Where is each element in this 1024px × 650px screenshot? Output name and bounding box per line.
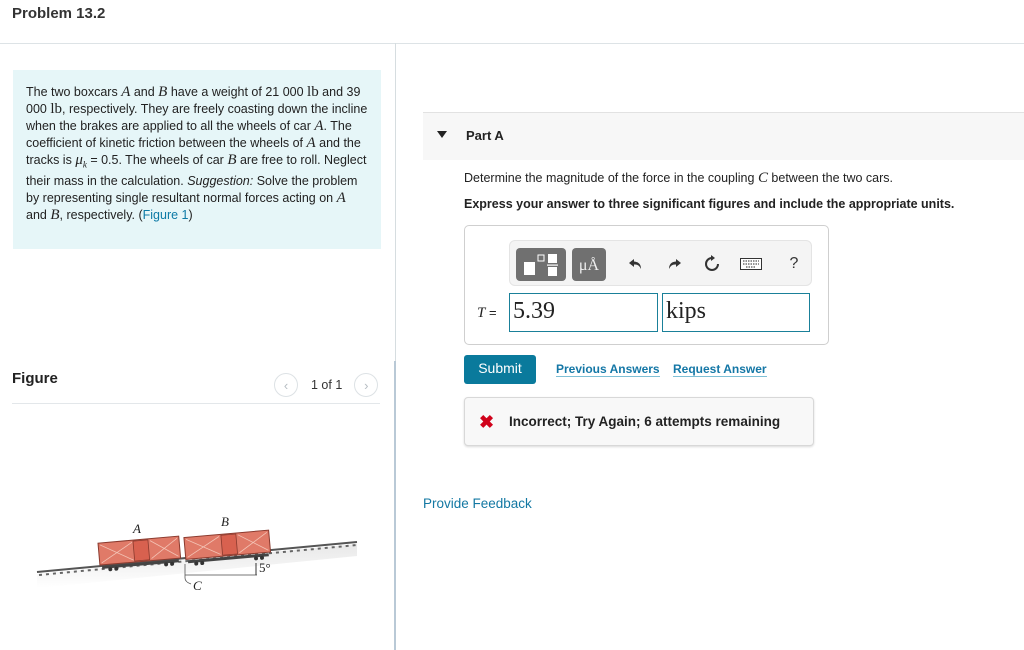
label-car-a: A: [132, 521, 141, 536]
problem-text-text: , respectively. (: [59, 207, 143, 222]
reset-icon: [705, 255, 719, 271]
templates-button[interactable]: [516, 248, 566, 281]
problem-text-math: A: [306, 134, 316, 151]
keyboard-icon: [740, 258, 762, 270]
question-text: Determine the magnitude of the force in …: [464, 170, 893, 187]
units-input[interactable]: kips: [662, 293, 810, 332]
part-a-header[interactable]: Part A: [423, 112, 1024, 160]
next-figure-button[interactable]: ›: [354, 373, 379, 397]
keyboard-button[interactable]: [738, 253, 764, 275]
problem-statement: The two boxcars A and B have a weight of…: [13, 70, 381, 249]
figure-count: 1 of 1: [311, 378, 343, 392]
undo-icon: [629, 259, 641, 269]
problem-text-text: and: [26, 207, 51, 222]
value-input[interactable]: 5.39: [509, 293, 658, 332]
math-toolbar: μÅ ?: [509, 240, 812, 286]
chevron-right-icon: ›: [364, 377, 369, 393]
previous-answers-link[interactable]: Previous Answers: [556, 362, 660, 377]
problem-text-em: Suggestion:: [187, 174, 254, 189]
problem-text-text: have a weight of 21 000: [167, 85, 308, 99]
problem-text-unit: lb: [307, 84, 319, 100]
question-text-start: Determine the magnitude of the force in …: [464, 171, 758, 185]
label-car-b: B: [221, 514, 229, 529]
boxcars-figure: A B C 5°: [36, 514, 358, 593]
problem-text-unit: lb: [50, 100, 63, 117]
figure-pager: ‹ 1 of 1 ›: [274, 373, 379, 397]
problem-text-math: B: [158, 84, 168, 100]
collapse-arrow-icon[interactable]: [437, 131, 447, 138]
undo-button[interactable]: [626, 253, 646, 275]
pane-divider: [395, 43, 396, 361]
page-title: Problem 13.2: [12, 5, 106, 22]
answer-instruction: Express your answer to three significant…: [464, 197, 955, 211]
prev-figure-button[interactable]: ‹: [274, 373, 298, 397]
units-button[interactable]: μÅ: [572, 248, 606, 281]
problem-text-math: A: [314, 117, 324, 134]
part-title: Part A: [466, 128, 504, 143]
problem-text-math: A: [121, 84, 131, 100]
problem-text-math: A: [336, 189, 346, 206]
redo-button[interactable]: [664, 253, 684, 275]
chevron-left-icon: ‹: [283, 377, 289, 393]
question-text-end: between the two cars.: [767, 171, 894, 185]
pane-scrollbar[interactable]: [394, 361, 396, 650]
figure-divider: [12, 403, 380, 404]
answer-panel: μÅ ? T = 5.39 kips: [464, 225, 829, 345]
redo-icon: [669, 259, 681, 269]
problem-text-text: and: [130, 85, 159, 99]
figure-heading: Figure: [12, 370, 58, 387]
header-divider: [0, 43, 1024, 44]
templates-icon: [524, 254, 558, 276]
provide-feedback-link[interactable]: Provide Feedback: [423, 496, 532, 511]
coupling-symbol: C: [757, 170, 768, 186]
problem-text-text: The two boxcars: [26, 85, 122, 99]
problem-text-math: B: [227, 151, 237, 168]
feedback-text: Incorrect; Try Again; 6 attempts remaini…: [509, 414, 781, 429]
request-answer-link[interactable]: Request Answer: [673, 362, 767, 377]
answer-variable-label: T =: [477, 305, 497, 322]
feedback-message: ✖ Incorrect; Try Again; 6 attempts remai…: [464, 397, 814, 446]
problem-text-math: μ: [75, 151, 83, 168]
equals-sign: =: [485, 305, 497, 320]
incorrect-x-icon: ✖: [479, 412, 495, 432]
help-button[interactable]: ?: [784, 253, 804, 275]
problem-text-math: B: [50, 206, 60, 223]
problem-text-text: = 0.5. The wheels of car: [86, 152, 228, 167]
label-angle: 5°: [259, 560, 271, 575]
submit-button[interactable]: Submit: [464, 355, 536, 384]
reset-button[interactable]: [702, 253, 722, 275]
label-coupling: C: [193, 578, 202, 593]
problem-text-text: ): [188, 207, 193, 222]
figure-link[interactable]: Figure 1: [143, 208, 189, 222]
